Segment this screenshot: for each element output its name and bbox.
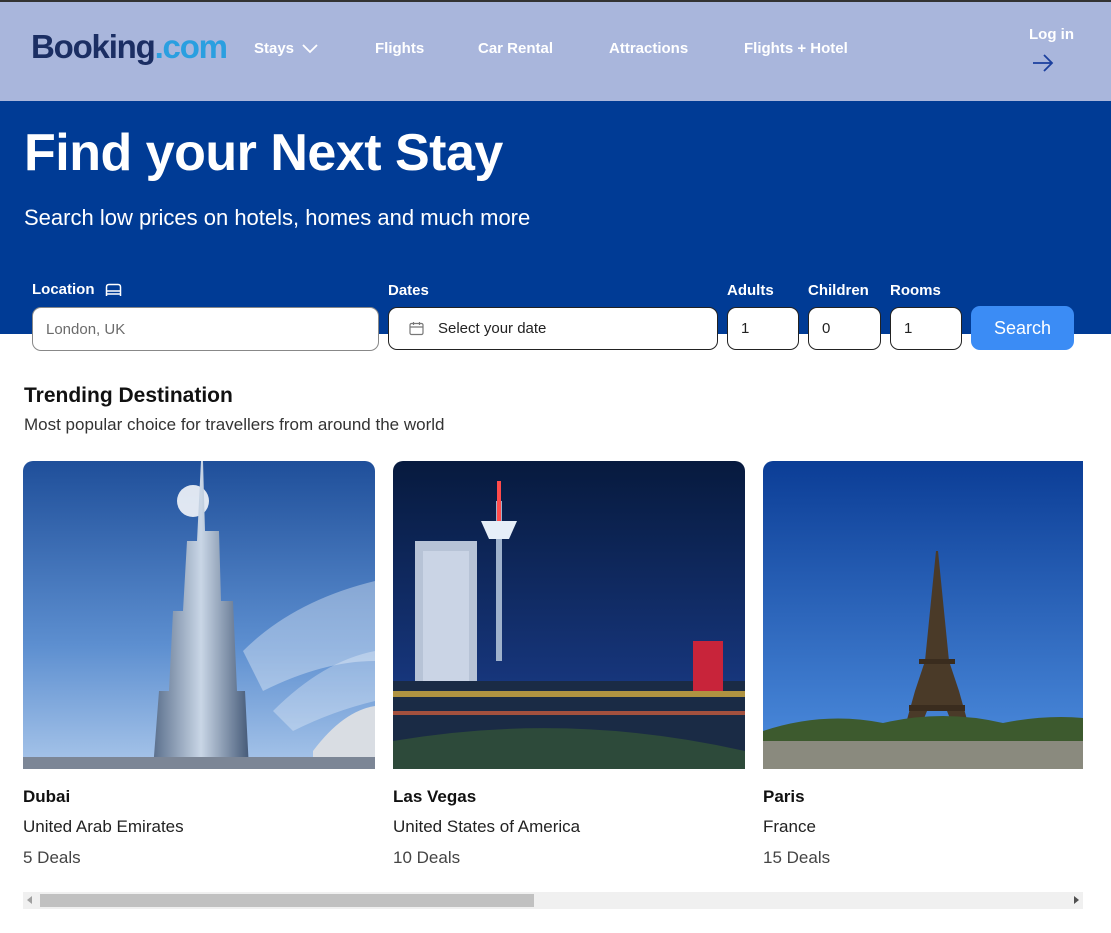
- children-label: Children: [808, 282, 869, 299]
- nav-car-rental[interactable]: Car Rental: [478, 40, 553, 57]
- search-button[interactable]: Search: [971, 306, 1074, 350]
- card-city: Dubai: [23, 787, 71, 806]
- card-deals: 15 Deals: [763, 848, 831, 867]
- arrow-right-icon[interactable]: [1031, 53, 1055, 73]
- children-input[interactable]: 0: [808, 307, 881, 350]
- rooms-label: Rooms: [890, 282, 941, 299]
- destination-carousel[interactable]: Dubai United Arab Emirates 5 Deals Las V…: [23, 461, 1083, 881]
- hero-banner: Find your Next Stay Search low prices on…: [0, 101, 1111, 334]
- dates-placeholder: Select your date: [438, 320, 547, 337]
- adults-value: 1: [741, 320, 750, 337]
- scroll-right-arrow-icon[interactable]: [1074, 896, 1079, 904]
- scroll-left-arrow-icon[interactable]: [27, 896, 32, 904]
- dates-input[interactable]: Select your date: [388, 307, 718, 350]
- card-deals: 5 Deals: [23, 848, 81, 867]
- chevron-down-icon: [302, 43, 318, 53]
- rooms-value: 1: [904, 320, 913, 337]
- nav-attractions-label: Attractions: [609, 40, 689, 57]
- card-country: United States of America: [393, 817, 581, 836]
- scrollbar-thumb[interactable]: [40, 894, 534, 907]
- dates-label: Dates: [388, 282, 429, 299]
- nav-flights-hotel[interactable]: Flights + Hotel: [744, 40, 848, 57]
- adults-input[interactable]: 1: [727, 307, 799, 350]
- logo-text-main: Booking: [31, 28, 156, 65]
- card-city: Paris: [763, 787, 805, 806]
- logo-text-domain: .com: [154, 28, 228, 65]
- card-deals: 10 Deals: [393, 848, 461, 867]
- nav-flights-hotel-label: Flights + Hotel: [744, 40, 848, 57]
- calendar-icon: [409, 322, 424, 336]
- destination-card-las-vegas[interactable]: Las Vegas United States of America 10 De…: [393, 461, 745, 868]
- destination-card-dubai[interactable]: Dubai United Arab Emirates 5 Deals: [23, 461, 375, 868]
- location-input[interactable]: London, UK: [32, 307, 379, 351]
- las-vegas-photo: [393, 461, 745, 769]
- nav-stays-label: Stays: [254, 40, 295, 57]
- rooms-input[interactable]: 1: [890, 307, 962, 350]
- location-placeholder: London, UK: [46, 320, 126, 338]
- nav-attractions[interactable]: Attractions: [609, 40, 688, 57]
- nav-stays[interactable]: Stays: [254, 40, 318, 57]
- location-label-text: Location: [32, 281, 95, 298]
- location-label: Location: [32, 281, 122, 298]
- hero-subtitle: Search low prices on hotels, homes and m…: [24, 205, 531, 230]
- trending-title: Trending Destination: [24, 384, 233, 407]
- nav-flights[interactable]: Flights: [375, 40, 424, 57]
- bed-icon: [105, 283, 121, 296]
- adults-label: Adults: [727, 282, 774, 299]
- carousel-scrollbar[interactable]: [23, 892, 1083, 909]
- login-link[interactable]: Log in: [1029, 26, 1074, 43]
- nav-car-rental-label: Car Rental: [478, 40, 554, 57]
- trending-subtitle: Most popular choice for travellers from …: [24, 415, 445, 434]
- card-city: Las Vegas: [393, 787, 477, 806]
- site-header: Booking.com Stays Flights Car Rental Att…: [0, 2, 1111, 101]
- card-country: France: [763, 817, 816, 836]
- dubai-photo: [23, 461, 375, 769]
- booking-logo[interactable]: Booking.com: [31, 28, 228, 66]
- destination-card-paris[interactable]: Paris France 15 Deals: [763, 461, 1083, 868]
- card-country: United Arab Emirates: [23, 817, 184, 836]
- paris-photo: [763, 461, 1083, 769]
- children-value: 0: [822, 320, 831, 337]
- nav-flights-label: Flights: [375, 40, 425, 57]
- hero-title: Find your Next Stay: [24, 124, 503, 182]
